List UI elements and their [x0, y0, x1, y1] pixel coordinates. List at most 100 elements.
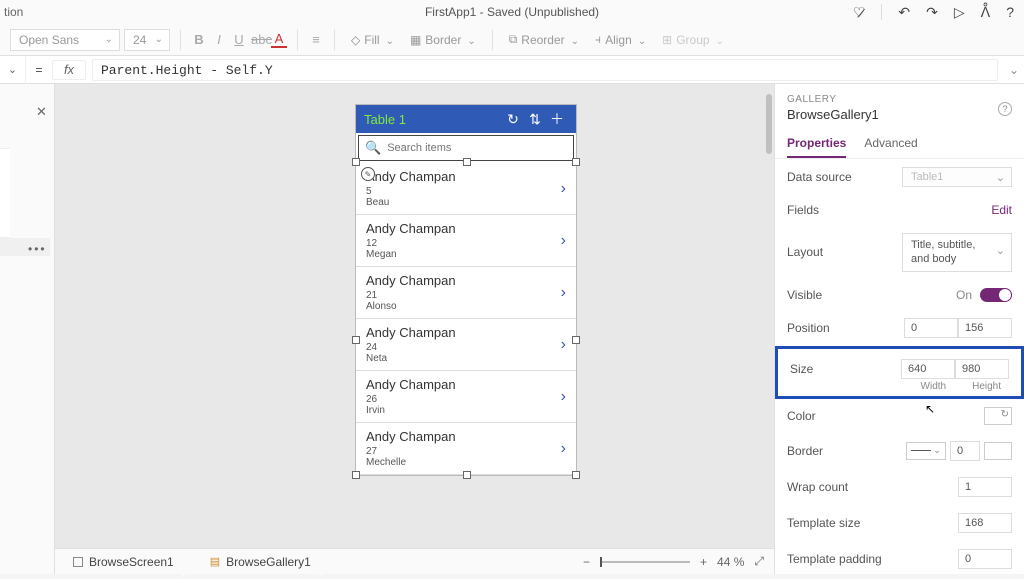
visible-toggle[interactable]	[980, 288, 1012, 302]
prop-template-size: Template size	[787, 505, 1012, 541]
panel-help-icon[interactable]: ?	[998, 102, 1012, 116]
item-subtitle: Mechelle	[366, 457, 566, 468]
gallery-item[interactable]: Andy Champan24Neta›	[356, 319, 576, 371]
gallery-item[interactable]: Andy Champan 26Irvin›	[356, 371, 576, 423]
item-number: 26	[366, 394, 566, 405]
item-number: 21	[366, 290, 566, 301]
item-number: 27	[366, 446, 566, 457]
control-name[interactable]: BrowseGallery1	[787, 107, 1012, 122]
border-color-picker[interactable]	[984, 442, 1012, 460]
fx-label[interactable]: fx	[52, 60, 86, 80]
fit-screen-icon[interactable]: ⤢	[754, 554, 764, 569]
refresh-icon[interactable]: ↻	[502, 111, 524, 128]
template-padding-input[interactable]	[958, 549, 1012, 569]
gallery-item[interactable]: Andy Champan12Megan›	[356, 215, 576, 267]
item-name: Andy Champan	[366, 169, 566, 184]
border-weight-input[interactable]	[950, 441, 980, 461]
crumb-gallery[interactable]: ▤BrowseGallery1	[202, 553, 319, 571]
zoom-slider[interactable]	[600, 561, 690, 563]
edit-template-icon[interactable]: ✎	[361, 167, 375, 181]
item-subtitle: Beau	[366, 197, 566, 208]
crumb-screen[interactable]: BrowseScreen1	[65, 553, 182, 571]
tab-advanced[interactable]: Advanced	[864, 136, 917, 158]
fields-edit-link[interactable]: Edit	[991, 203, 1012, 217]
gallery-item[interactable]: Andy Champan 27Mechelle›	[356, 423, 576, 475]
size-height-input[interactable]	[955, 359, 1009, 379]
position-x-input[interactable]	[904, 318, 958, 338]
strikethrough-icon[interactable]: abc	[251, 32, 267, 47]
zoom-in-icon[interactable]: +	[700, 555, 707, 569]
search-input[interactable]	[387, 142, 567, 154]
formula-input[interactable]: Parent.Height - Self.Y	[92, 59, 998, 81]
undo-icon[interactable]: ↶	[898, 4, 910, 21]
border-style-select[interactable]	[906, 442, 946, 460]
sort-icon[interactable]: ⇅	[524, 111, 546, 128]
chevron-right-icon[interactable]: ›	[561, 440, 566, 458]
prop-data-source: Data source Table1	[787, 159, 1012, 195]
size-height-label: Height	[972, 381, 1001, 392]
item-name: Andy Champan	[366, 273, 566, 288]
reorder-button[interactable]: ⧉Reorder	[503, 30, 585, 49]
app-checker-icon[interactable]: ♡̷	[853, 4, 866, 21]
text-align-icon[interactable]: ≡	[308, 32, 324, 47]
template-size-input[interactable]	[958, 513, 1012, 533]
close-panel-icon[interactable]: ✕	[36, 104, 47, 120]
data-source-select[interactable]: Table1	[902, 167, 1012, 187]
color-picker[interactable]: ↻	[984, 407, 1012, 425]
tree-item-more-icon[interactable]: •••	[28, 242, 47, 256]
panel-tabs: Properties Advanced	[775, 130, 1024, 159]
canvas-area: Table 1 ↻ ⇅ ＋ 🔍 ✎Andy Champan5Beau›Andy …	[55, 84, 774, 574]
item-name: Andy Champan	[366, 429, 566, 444]
prop-wrap-count: Wrap count	[787, 469, 1012, 505]
add-icon[interactable]: ＋	[546, 109, 568, 129]
underline-icon[interactable]: U	[231, 32, 247, 47]
prop-layout: Layout Title, subtitle, and body	[787, 225, 1012, 280]
italic-icon[interactable]: I	[211, 32, 227, 47]
breadcrumb-bar: BrowseScreen1 ▤BrowseGallery1 − + 44 % ⤢	[55, 548, 774, 574]
phone-preview[interactable]: Table 1 ↻ ⇅ ＋ 🔍 ✎Andy Champan5Beau›Andy …	[355, 104, 577, 476]
item-name: Andy Champan	[366, 325, 566, 340]
group-button[interactable]: ⊞Group	[656, 31, 730, 49]
prop-position: Position	[787, 310, 1012, 346]
align-button[interactable]: ⫞Align	[589, 30, 652, 49]
item-subtitle: Alonso	[366, 301, 566, 312]
item-subtitle: Irvin	[366, 405, 566, 416]
formula-bar: ⌄ = fx Parent.Height - Self.Y ⌄	[0, 56, 1024, 84]
zoom-out-icon[interactable]: −	[583, 555, 590, 569]
chevron-right-icon[interactable]: ›	[561, 388, 566, 406]
font-color-icon[interactable]: A	[271, 31, 287, 48]
formula-expand-icon[interactable]: ⌄	[1004, 63, 1024, 77]
play-icon[interactable]: ▷	[954, 4, 965, 21]
chevron-right-icon[interactable]: ›	[561, 336, 566, 354]
redo-icon[interactable]: ↷	[926, 4, 938, 21]
wrap-count-input[interactable]	[958, 477, 1012, 497]
gallery-item[interactable]: Andy Champan 21Alonso›	[356, 267, 576, 319]
property-dropdown[interactable]: ⌄	[0, 56, 26, 84]
fill-button[interactable]: ◇Fill	[345, 31, 400, 49]
bold-icon[interactable]: B	[191, 32, 207, 47]
format-toolbar: Open Sans 24 B I U abc A ≡ ◇Fill ▦Border…	[0, 24, 1024, 56]
prop-fields: Fields Edit	[787, 195, 1012, 225]
font-family-select[interactable]: Open Sans	[10, 29, 120, 51]
item-number: 12	[366, 238, 566, 249]
title-bar: tion FirstApp1 - Saved (Unpublished) ♡̷ …	[0, 0, 1024, 24]
border-button[interactable]: ▦Border	[404, 31, 482, 49]
ribbon-tab-fragment: tion	[0, 0, 23, 24]
share-icon[interactable]: ᐰ	[981, 4, 991, 21]
equals-label: =	[26, 63, 52, 77]
item-subtitle: Megan	[366, 249, 566, 260]
properties-panel: GALLERY BrowseGallery1 ? Properties Adva…	[774, 84, 1024, 574]
chevron-right-icon[interactable]: ›	[561, 232, 566, 250]
chevron-right-icon[interactable]: ›	[561, 284, 566, 302]
font-size-select[interactable]: 24	[124, 29, 170, 51]
size-width-input[interactable]	[901, 359, 955, 379]
help-icon[interactable]: ?	[1006, 4, 1014, 20]
chevron-right-icon[interactable]: ›	[561, 180, 566, 198]
search-icon: 🔍	[365, 140, 381, 156]
item-name: Andy Champan	[366, 377, 566, 392]
tab-properties[interactable]: Properties	[787, 136, 846, 158]
gallery-item[interactable]: ✎Andy Champan5Beau›	[356, 163, 576, 215]
app-header-title: Table 1	[364, 112, 502, 127]
position-y-input[interactable]	[958, 318, 1012, 338]
layout-select[interactable]: Title, subtitle, and body	[902, 233, 1012, 272]
